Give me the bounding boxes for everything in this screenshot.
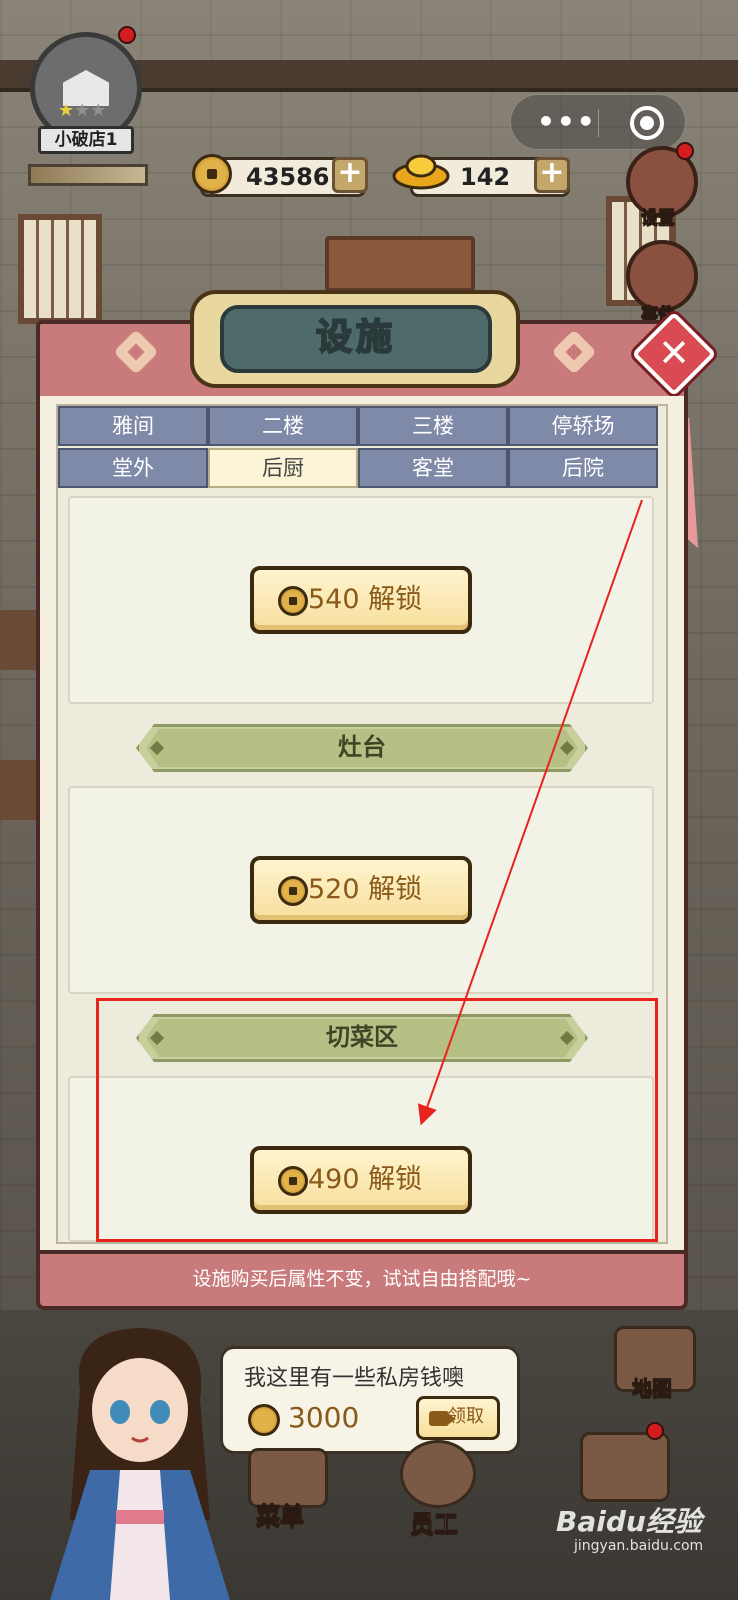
coin-icon	[278, 586, 308, 616]
coin-amount: 43586	[246, 163, 330, 191]
watermark-url: jingyan.baidu.com	[574, 1538, 704, 1554]
unlock-price: 520 解锁	[308, 874, 423, 905]
unlock-price: 540 解锁	[308, 584, 423, 615]
coin-icon	[278, 876, 308, 906]
staff-label[interactable]: 员工	[410, 1504, 459, 1539]
map-label[interactable]: 地图	[632, 1372, 673, 1401]
close-miniprogram-icon[interactable]	[630, 106, 664, 140]
menu-label[interactable]: 菜单	[256, 1496, 305, 1531]
unlock-button[interactable]: 540 解锁	[250, 566, 472, 634]
capsule-divider	[598, 109, 599, 137]
background-table	[0, 760, 40, 820]
shop-star-rating: ★★★	[58, 100, 107, 121]
footer-tip: 设施购买后属性不变，试试自由搭配哦~	[192, 1268, 532, 1290]
flower-ornament-icon	[550, 328, 598, 376]
npc-girl-character	[50, 1328, 230, 1600]
staff-portrait-icon[interactable]	[400, 1440, 476, 1508]
tab-sanlou[interactable]: 三楼	[358, 406, 508, 446]
notification-dot	[676, 142, 694, 160]
gold-ingot-icon	[392, 154, 450, 190]
background-table	[0, 610, 40, 670]
watermark-logo: Baidu经验	[556, 1505, 702, 1538]
tab-houchu[interactable]: 后厨	[208, 448, 358, 488]
flower-ornament-icon	[112, 328, 160, 376]
shop-name: 小破店1	[38, 126, 134, 154]
claim-label[interactable]: 领取	[448, 1404, 484, 1430]
tab-tingjiaochang[interactable]: 停轿场	[508, 406, 658, 446]
shop-progress-bar	[28, 164, 148, 186]
ingot-amount: 142	[460, 163, 511, 191]
coin-icon	[192, 154, 232, 194]
cooking-wok-icon[interactable]	[580, 1432, 670, 1502]
tab-erlou[interactable]: 二楼	[208, 406, 358, 446]
section-header: 灶台	[338, 733, 386, 761]
add-ingots-button[interactable]: +	[534, 157, 570, 193]
notification-dot	[646, 1422, 664, 1440]
background-window	[18, 214, 102, 324]
more-options-icon[interactable]: •••	[537, 105, 597, 138]
highlight-box	[96, 998, 658, 1242]
miniprogram-capsule: •••	[510, 94, 686, 150]
tab-yajian[interactable]: 雅间	[58, 406, 208, 446]
settings-label: 设置	[641, 208, 676, 229]
video-camera-icon	[429, 1411, 456, 1426]
close-icon[interactable]: ✕	[644, 324, 704, 384]
unlock-button[interactable]: 520 解锁	[250, 856, 472, 924]
npc-dialog-text: 我这里有一些私房钱噢	[244, 1366, 465, 1391]
tab-tangwai[interactable]: 堂外	[58, 448, 208, 488]
add-coins-button[interactable]: +	[332, 157, 368, 193]
reward-amount: 3000	[288, 1401, 360, 1434]
tab-ketang[interactable]: 客堂	[358, 448, 508, 488]
tab-houyuan[interactable]: 后院	[508, 448, 658, 488]
panel-title: 设施	[315, 316, 396, 359]
background-lantern-shelf	[325, 236, 475, 292]
notification-dot	[118, 26, 136, 44]
coin-icon	[248, 1404, 280, 1436]
